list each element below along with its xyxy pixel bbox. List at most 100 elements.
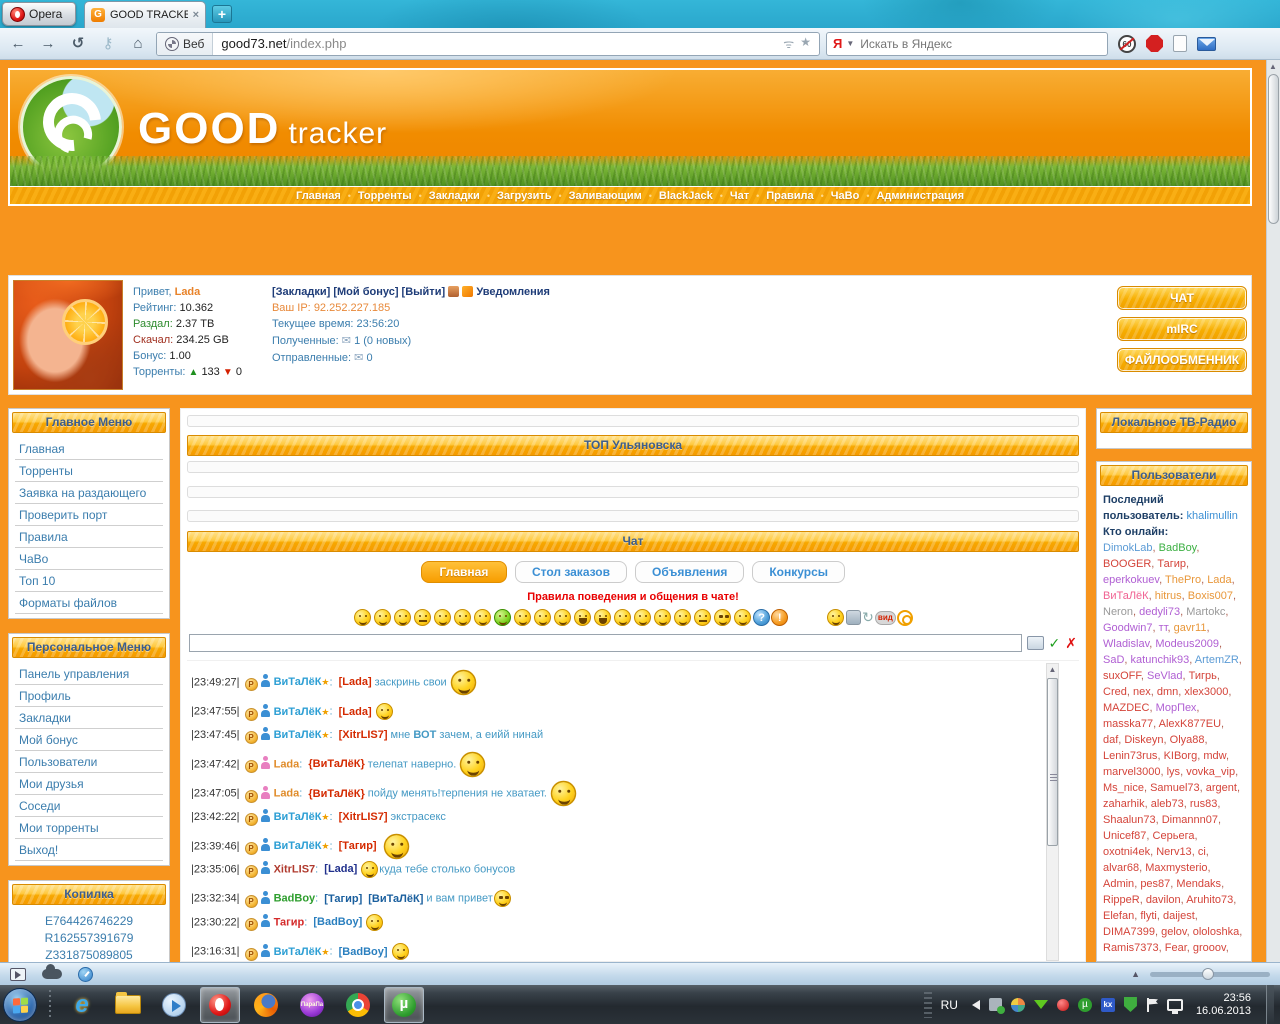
chat-tab-1[interactable]: Главная bbox=[421, 561, 507, 583]
chat-tab-2[interactable]: Стол заказов bbox=[515, 561, 627, 583]
smiley-tool-icon[interactable] bbox=[827, 609, 844, 626]
user-mini-icon[interactable] bbox=[448, 286, 459, 297]
chat-scroll-up-icon[interactable]: ▲ bbox=[1047, 664, 1058, 676]
online-user[interactable]: Samuel73 bbox=[1150, 782, 1200, 794]
opera-link-cloud-icon[interactable] bbox=[42, 969, 62, 979]
diver-tool-icon[interactable] bbox=[846, 610, 861, 625]
whisper-emoticon-icon[interactable] bbox=[734, 609, 751, 626]
message-target[interactable]: [ВиТаЛёК] bbox=[368, 893, 423, 905]
quick-button-1[interactable]: ЧАТ bbox=[1117, 286, 1247, 310]
laugh-emoticon-icon[interactable] bbox=[574, 609, 591, 626]
quick-button-3[interactable]: ФАЙЛООБМЕННИК bbox=[1117, 348, 1247, 372]
quick-button-2[interactable]: mIRC bbox=[1117, 317, 1247, 341]
chat-tab-4[interactable]: Конкурсы bbox=[752, 561, 845, 583]
private-message-icon[interactable]: P bbox=[245, 865, 258, 878]
rss-mini-icon[interactable] bbox=[462, 286, 473, 297]
menu-item[interactable]: Форматы файлов bbox=[15, 592, 163, 614]
online-user[interactable]: Goodwin7 bbox=[1103, 622, 1153, 634]
opera-menu-button[interactable]: Opera bbox=[2, 2, 76, 26]
message-target[interactable]: [Lada] bbox=[324, 863, 357, 875]
zoom-slider-knob[interactable] bbox=[1202, 968, 1214, 980]
online-user[interactable]: nex bbox=[1133, 686, 1151, 698]
online-user[interactable]: pes87 bbox=[1140, 878, 1170, 890]
private-message-icon[interactable]: P bbox=[245, 948, 258, 961]
chat-rules-link[interactable]: Правила поведения и общения в чате! bbox=[187, 591, 1079, 603]
online-user[interactable]: тт bbox=[1159, 622, 1168, 634]
tray-clock[interactable]: 23:5616.06.2013 bbox=[1196, 992, 1251, 1018]
online-user[interactable]: AlexK877EU bbox=[1159, 718, 1221, 730]
nav-item-4[interactable]: Загрузить bbox=[497, 190, 552, 202]
nav-item-10[interactable]: Администрация bbox=[876, 190, 964, 202]
menu-item[interactable]: Мои друзья bbox=[15, 773, 163, 795]
private-message-icon[interactable]: P bbox=[245, 790, 258, 803]
nav-item-1[interactable]: Главная bbox=[296, 190, 341, 202]
bookmark-star-icon[interactable]: ★ bbox=[800, 35, 811, 52]
online-user[interactable]: eperkokuev bbox=[1103, 574, 1159, 586]
online-user[interactable]: Unicef87 bbox=[1103, 830, 1146, 842]
online-user[interactable]: Admin bbox=[1103, 878, 1134, 890]
online-user[interactable]: aleb73 bbox=[1151, 798, 1184, 810]
inbox-envelope-icon[interactable]: ✉ bbox=[342, 335, 351, 347]
red-tray-icon[interactable] bbox=[1057, 999, 1069, 1011]
chat-input[interactable] bbox=[189, 634, 1022, 652]
online-user[interactable]: ArtemZR bbox=[1195, 654, 1239, 666]
zoom-slider[interactable] bbox=[1150, 972, 1270, 977]
menu-item[interactable]: Заявка на раздающего bbox=[15, 482, 163, 504]
online-user[interactable]: ci bbox=[1198, 846, 1206, 858]
show-desktop-button[interactable] bbox=[1266, 985, 1274, 1024]
language-indicator[interactable]: RU bbox=[941, 998, 958, 1012]
nav-item-8[interactable]: Правила bbox=[766, 190, 813, 202]
search-engine-caret-icon[interactable]: ▼ bbox=[846, 39, 854, 48]
message-username[interactable]: XitrLIS7 bbox=[274, 863, 316, 875]
online-user[interactable]: xlex3000 bbox=[1184, 686, 1228, 698]
reload-button[interactable]: ↺ bbox=[66, 33, 90, 55]
menu-item[interactable]: Главная bbox=[15, 438, 163, 460]
message-username[interactable]: ВиТаЛёК★ bbox=[274, 811, 330, 823]
taskbar-explorer[interactable] bbox=[108, 987, 148, 1023]
nav-item-6[interactable]: BlackJack bbox=[659, 190, 713, 202]
private-message-icon[interactable]: P bbox=[245, 813, 258, 826]
online-user[interactable]: oxotni4ek bbox=[1103, 846, 1150, 858]
online-user[interactable]: marvel3000 bbox=[1103, 766, 1160, 778]
browser-tab[interactable]: G GOOD TRACKER :: Гла... × bbox=[84, 1, 206, 28]
online-user[interactable]: BadBoy bbox=[1159, 542, 1197, 554]
chat-scrollbar[interactable]: ▲ bbox=[1046, 663, 1059, 961]
private-message-icon[interactable]: P bbox=[245, 760, 258, 773]
online-user[interactable]: grooov bbox=[1193, 942, 1226, 954]
menu-item[interactable]: Торренты bbox=[15, 460, 163, 482]
online-user[interactable]: Neron bbox=[1103, 606, 1133, 618]
taskbar-chrome[interactable] bbox=[338, 987, 378, 1023]
message-target[interactable]: [Lada] bbox=[339, 676, 372, 688]
menu-item[interactable]: Топ 10 bbox=[15, 570, 163, 592]
new-tab-button[interactable]: + bbox=[212, 5, 232, 23]
nav-item-5[interactable]: Заливающим bbox=[569, 190, 642, 202]
online-user[interactable]: Ms_nice bbox=[1103, 782, 1144, 794]
online-user[interactable]: Nerv13 bbox=[1156, 846, 1191, 858]
search-input[interactable] bbox=[858, 36, 1101, 52]
translit-icon[interactable] bbox=[1027, 636, 1044, 650]
message-target[interactable]: [XitrLIS7] bbox=[339, 811, 388, 823]
online-user[interactable]: МорПех bbox=[1156, 702, 1197, 714]
menu-item[interactable]: Закладки bbox=[15, 707, 163, 729]
outbox-envelope-icon[interactable]: ✉ bbox=[354, 352, 363, 364]
kx-tray-icon[interactable]: kx bbox=[1101, 998, 1115, 1012]
question-emoticon-icon[interactable]: ? bbox=[753, 609, 770, 626]
palette-tray-icon[interactable] bbox=[1011, 998, 1025, 1012]
message-username[interactable]: BadBoy bbox=[274, 893, 316, 905]
online-user[interactable]: BOOGER bbox=[1103, 558, 1151, 570]
online-user[interactable]: Lada bbox=[1207, 574, 1231, 586]
nav-item-7[interactable]: Чат bbox=[730, 190, 749, 202]
online-user[interactable]: davilon bbox=[1146, 894, 1181, 906]
download-tray-icon[interactable] bbox=[1034, 1000, 1048, 1016]
smile-emoticon-icon[interactable] bbox=[354, 609, 371, 626]
message-target[interactable]: [BadBoy] bbox=[339, 946, 388, 958]
shout-emoticon-icon[interactable] bbox=[614, 609, 631, 626]
private-message-icon[interactable]: P bbox=[245, 678, 258, 691]
last-user-value[interactable]: khalimullin bbox=[1186, 510, 1237, 522]
online-user[interactable]: Dimannn07 bbox=[1162, 814, 1218, 826]
nav-item-9[interactable]: ЧаВо bbox=[831, 190, 860, 202]
adblock-extension-icon[interactable]: 60 bbox=[1118, 35, 1136, 53]
online-user[interactable]: KIBorg bbox=[1164, 750, 1198, 762]
online-user[interactable]: Modeus2009 bbox=[1155, 638, 1219, 650]
online-user[interactable]: ololoshka bbox=[1193, 926, 1239, 938]
